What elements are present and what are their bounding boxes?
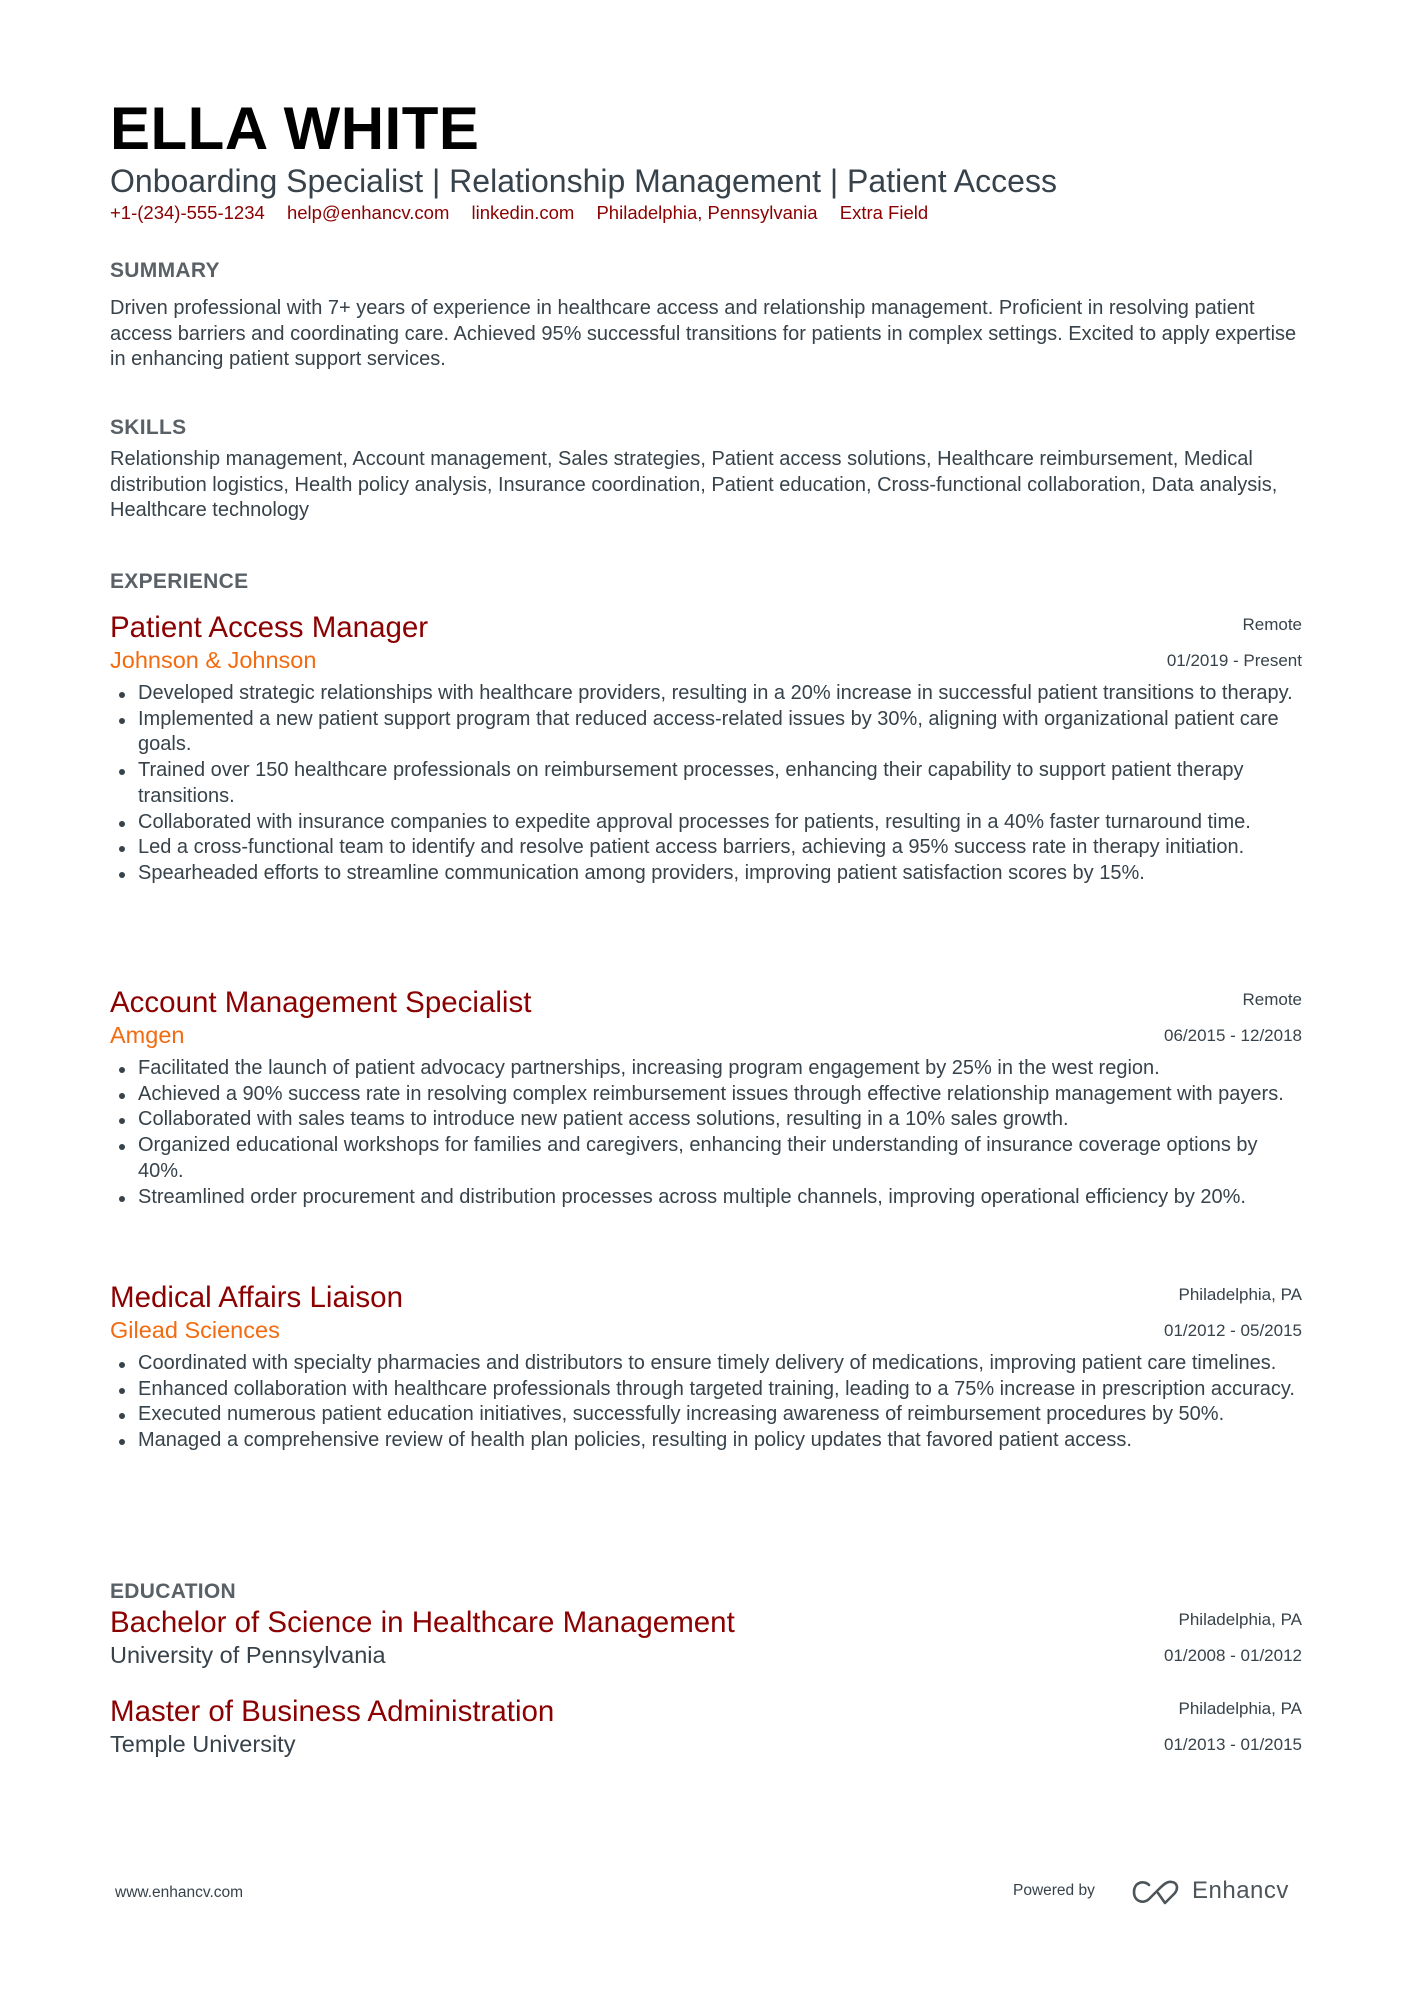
job-title: Account Management Specialist	[110, 986, 532, 1019]
company-name: Amgen	[110, 1022, 185, 1048]
bullet-item: Streamlined order procurement and distri…	[110, 1185, 1302, 1211]
bullet-item: Organized educational workshops for fami…	[110, 1133, 1302, 1184]
candidate-headline: Onboarding Specialist | Relationship Man…	[110, 163, 1057, 199]
job-location: Philadelphia, PA	[1178, 1285, 1303, 1304]
job-dates: 06/2015 - 12/2018	[1163, 1026, 1302, 1045]
job-dates: 01/2012 - 05/2015	[1163, 1321, 1302, 1340]
bullet-item: Collaborated with insurance companies to…	[110, 810, 1302, 836]
contact-email[interactable]: help@enhancv.com	[287, 202, 449, 223]
contact-extra-field: Extra Field	[839, 202, 929, 223]
summary-heading: SUMMARY	[110, 259, 220, 282]
bullet-item: Coordinated with specialty pharmacies an…	[110, 1351, 1302, 1377]
bullet-item: Enhanced collaboration with healthcare p…	[110, 1377, 1302, 1403]
job-bullets: Coordinated with specialty pharmacies an…	[110, 1351, 1302, 1454]
bullet-item: Implemented a new patient support progra…	[110, 707, 1302, 758]
experience-entry: Patient Access Manager Johnson & Johnson…	[110, 611, 1302, 887]
bullet-item: Facilitated the launch of patient advoca…	[110, 1056, 1302, 1082]
bullet-item: Spearheaded efforts to streamline commun…	[110, 861, 1302, 887]
job-title: Medical Affairs Liaison	[110, 1281, 403, 1314]
experience-heading: EXPERIENCE	[110, 570, 249, 593]
bullet-item: Led a cross-functional team to identify …	[110, 835, 1302, 861]
job-bullets: Facilitated the launch of patient advoca…	[110, 1056, 1302, 1210]
job-location: Remote	[1242, 615, 1302, 634]
degree-title: Bachelor of Science in Healthcare Manage…	[110, 1606, 735, 1639]
bullet-item: Developed strategic relationships with h…	[110, 681, 1302, 707]
summary-text: Driven professional with 7+ years of exp…	[110, 297, 1297, 371]
education-entry: Master of Business Administration Temple…	[110, 1695, 1302, 1761]
education-dates: 01/2008 - 01/2012	[1163, 1646, 1302, 1665]
degree-title: Master of Business Administration	[110, 1695, 555, 1728]
skills-text: Relationship management, Account managem…	[110, 448, 1278, 522]
company-name: Gilead Sciences	[110, 1317, 280, 1343]
job-title: Patient Access Manager	[110, 611, 429, 644]
job-dates: 01/2019 - Present	[1166, 651, 1302, 670]
experience-entry: Medical Affairs Liaison Gilead Sciences …	[110, 1281, 1302, 1454]
bullet-item: Executed numerous patient education init…	[110, 1402, 1302, 1428]
bullet-item: Trained over 150 healthcare professional…	[110, 758, 1302, 809]
enhancv-brand-name[interactable]: Enhancv	[1192, 1877, 1289, 1905]
job-bullets: Developed strategic relationships with h…	[110, 681, 1302, 887]
job-location: Remote	[1242, 990, 1302, 1009]
contact-phone[interactable]: +1-(234)-555-1234	[110, 202, 265, 223]
education-location: Philadelphia, PA	[1178, 1610, 1303, 1629]
footer-website-link[interactable]: www.enhancv.com	[115, 1883, 243, 1903]
experience-entry: Account Management Specialist Amgen Remo…	[110, 986, 1302, 1210]
bullet-item: Managed a comprehensive review of health…	[110, 1428, 1302, 1454]
contact-location: Philadelphia, Pennsylvania	[596, 202, 818, 223]
education-heading: EDUCATION	[110, 1580, 236, 1603]
contact-linkedin[interactable]: linkedin.com	[472, 202, 575, 223]
skills-heading: SKILLS	[110, 416, 187, 439]
contact-line: +1-(234)-555-1234 help@enhancv.com linke…	[110, 202, 945, 224]
education-location: Philadelphia, PA	[1178, 1699, 1303, 1718]
bullet-item: Achieved a 90% success rate in resolving…	[110, 1082, 1302, 1108]
school-name: Temple University	[110, 1731, 296, 1757]
school-name: University of Pennsylvania	[110, 1642, 386, 1668]
powered-by-label: Powered by	[1013, 1882, 1095, 1899]
bullet-item: Collaborated with sales teams to introdu…	[110, 1107, 1302, 1133]
enhancv-logo-icon	[1132, 1880, 1179, 1905]
education-entry: Bachelor of Science in Healthcare Manage…	[110, 1606, 1302, 1672]
candidate-name: ELLA WHITE	[110, 95, 480, 162]
company-name: Johnson & Johnson	[110, 647, 317, 673]
education-dates: 01/2013 - 01/2015	[1163, 1735, 1302, 1754]
